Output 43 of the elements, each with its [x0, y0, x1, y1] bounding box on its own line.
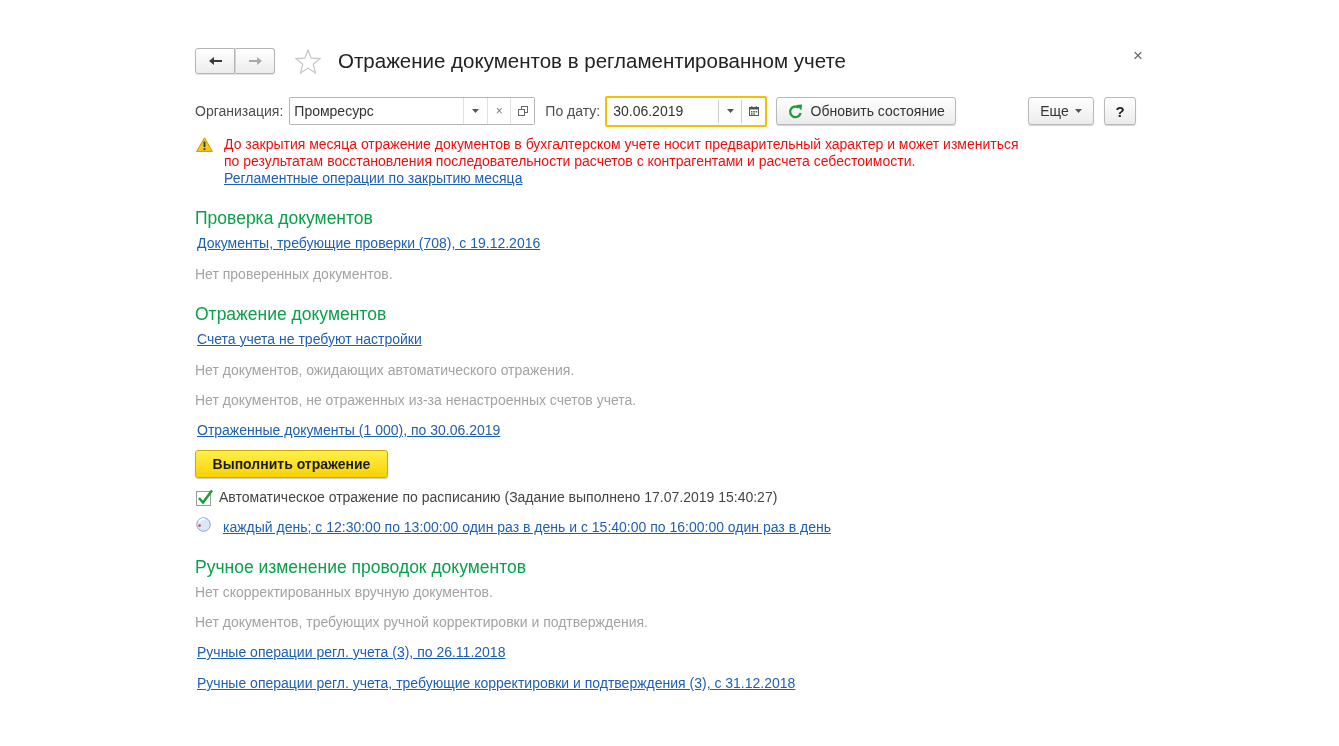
document-link[interactable]: Ручные операции регл. учета (3), по 26.11.2018: [197, 644, 506, 661]
star-icon: [295, 48, 321, 74]
document-link[interactable]: Документы, требующие проверки (708), с 19.12.2016: [197, 235, 541, 252]
two-windows-icon: [517, 106, 528, 116]
caret-icon: [472, 109, 480, 113]
document-link[interactable]: Отраженные документы (1 000), по 30.06.2019: [197, 422, 501, 439]
status-note: Нет проверенных документов.: [195, 265, 393, 283]
month-closing-link[interactable]: Регламентные операции по закрытию месяца: [224, 170, 523, 187]
section-title: Проверка документов: [195, 208, 374, 228]
organization-label: Организация:: [195, 103, 284, 119]
section-title: Отражение документов: [195, 304, 388, 324]
date-label: По дату:: [545, 103, 601, 119]
close-button[interactable]: ×: [1131, 47, 1145, 65]
status-note: Нет документов, ожидающих автоматического отражения.: [195, 361, 575, 379]
checkbox-label: Автоматическое отражение по расписанию (Задание выполнено 17.07.2019 15:40:27): [219, 488, 778, 506]
left-arrow-icon: [207, 56, 223, 66]
schedule-link[interactable]: каждый день; с 12:30:00 по 13:00:00 один раз в день и с 15:40:00 по 16:00:00 один раз в день: [223, 518, 831, 536]
globe-icon: [196, 516, 211, 532]
checkbox[interactable]: [196, 488, 213, 506]
caret-icon: [1074, 109, 1082, 113]
more-button[interactable]: Еще: [1028, 97, 1094, 125]
warning-icon: [196, 137, 213, 152]
window-title: Отражение документов в регламентированном учете: [338, 49, 846, 73]
status-note: Нет документов, требующих ручной корректировки и подтверждения.: [195, 613, 648, 631]
organization-value: Промресурс: [293, 102, 375, 121]
status-note: Нет скорректированных вручную документов.: [195, 583, 493, 601]
date-value: 30.06.2019: [612, 102, 685, 121]
document-link[interactable]: Ручные операции регл. учета, требующие корректировки и подтверждения (3), с 31.12.2018: [197, 675, 796, 692]
section-title: Ручное изменение проводок документов: [195, 557, 527, 577]
document-link[interactable]: Счета учета не требуют настройки: [197, 331, 422, 348]
organization-field[interactable]: Промресурс ×: [289, 97, 536, 125]
right-arrow-icon: [247, 56, 263, 66]
calendar-icon: [748, 106, 759, 116]
status-note: Нет документов, не отраженных из-за ненастроенных счетов учета.: [195, 391, 637, 409]
open-button[interactable]: [510, 98, 535, 124]
post-button[interactable]: Выполнить отражение: [195, 450, 388, 478]
refresh-icon: [787, 103, 803, 119]
warning-message: До закрытия месяца отражение документов в бухгалтерском учете носит предварительный характер и может измениться по результатам восстановления последовательности расчетов с контрагентами и расчета себестоимости.: [224, 136, 1020, 170]
help-button[interactable]: ?: [1104, 97, 1136, 125]
caret-icon: [726, 109, 734, 113]
back-button[interactable]: [195, 48, 235, 74]
date-field[interactable]: 30.06.2019: [605, 95, 768, 127]
refresh-button[interactable]: Обновить состояние: [776, 97, 957, 125]
